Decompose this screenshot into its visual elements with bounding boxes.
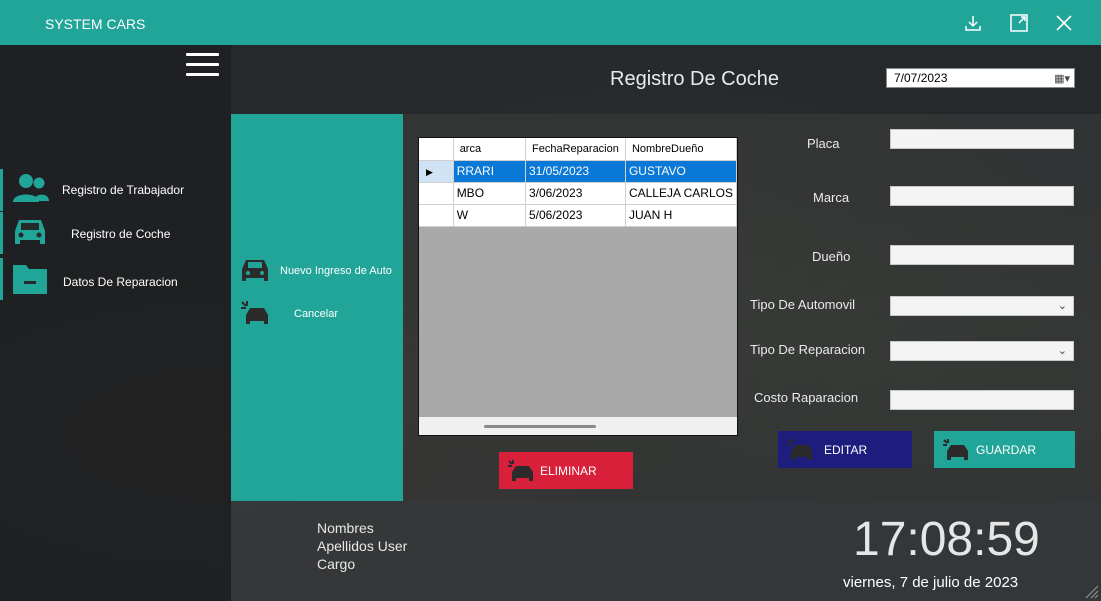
cancel-label: Cancelar <box>294 308 339 320</box>
close-icon[interactable] <box>1053 12 1075 34</box>
chevron-down-icon: ⌄ <box>1057 300 1067 312</box>
dueno-field[interactable] <box>890 245 1074 265</box>
clock-date: viernes, 7 de julio de 2023 <box>843 574 1019 591</box>
tipo-automovil-select[interactable]: ⌄ <box>890 296 1074 316</box>
menu-hamburger-icon[interactable] <box>186 53 219 77</box>
title-bar: SYSTEM CARS <box>0 0 1101 45</box>
column-header[interactable]: NombreDueño <box>625 138 737 161</box>
table-row[interactable]: W 5/06/2023 JUAN H <box>419 204 737 227</box>
table-cell[interactable]: GUSTAVO <box>625 160 737 183</box>
grid-corner <box>419 138 454 161</box>
row-header[interactable] <box>419 204 454 227</box>
clock-time: 17:08:59 <box>853 513 1040 566</box>
chevron-down-icon: ⌄ <box>1057 345 1067 357</box>
sidebar-item-reparacion[interactable]: Datos De Reparacion <box>0 258 231 300</box>
data-grid[interactable]: arca FechaReparacion NombreDueño ▶ RRARI… <box>418 137 738 436</box>
car-crash-icon <box>508 460 533 481</box>
marca-field[interactable] <box>890 186 1074 206</box>
eliminar-label: ELIMINAR <box>540 464 597 478</box>
table-cell[interactable]: CALLEJA CARLOS <box>625 182 737 205</box>
users-icon <box>13 174 49 202</box>
car-crash-icon <box>787 439 812 460</box>
editar-button[interactable]: EDITAR <box>778 431 912 468</box>
app-title: SYSTEM CARS <box>45 16 146 32</box>
date-value: 7/07/2023 <box>894 71 948 85</box>
calendar-icon[interactable]: ▦▾ <box>1054 72 1070 85</box>
tipo-reparacion-select[interactable]: ⌄ <box>890 341 1074 361</box>
sidebar-item-label: Datos De Reparacion <box>63 275 178 289</box>
guardar-label: GUARDAR <box>976 443 1037 457</box>
user-role: Cargo <box>317 556 356 572</box>
new-entry-label: Nuevo Ingreso de Auto <box>280 265 392 277</box>
table-row[interactable]: MBO 3/06/2023 CALLEJA CARLOS <box>419 182 737 205</box>
eliminar-button[interactable]: ELIMINAR <box>499 452 633 489</box>
maximize-icon[interactable] <box>1008 12 1030 34</box>
horizontal-scrollbar[interactable] <box>419 417 737 435</box>
table-cell[interactable]: 5/06/2023 <box>525 204 626 227</box>
sidebar-item-label: Registro de Coche <box>71 227 171 241</box>
page-title: Registro De Coche <box>610 68 779 90</box>
cancel-button[interactable]: Cancelar <box>240 300 400 328</box>
placa-field[interactable] <box>890 129 1074 149</box>
folder-icon <box>13 265 47 294</box>
car-icon <box>15 220 45 244</box>
download-icon[interactable] <box>962 12 984 34</box>
column-header[interactable]: FechaReparacion <box>525 138 626 161</box>
user-names: Nombres <box>317 520 374 536</box>
marca-label: Marca <box>813 190 850 205</box>
table-cell[interactable]: 31/05/2023 <box>525 160 626 183</box>
dueno-label: Dueño <box>812 249 851 264</box>
row-header[interactable] <box>419 182 454 205</box>
sidebar-item-trabajador[interactable]: Registro de Trabajador <box>0 169 231 211</box>
costo-label: Costo Raparacion <box>754 390 859 405</box>
table-row[interactable]: ▶ RRARI 31/05/2023 GUSTAVO <box>419 160 737 183</box>
tipo-reparacion-label: Tipo De Reparacion <box>750 342 866 357</box>
table-cell[interactable]: MBO <box>453 182 526 205</box>
car-crash-icon <box>943 439 968 460</box>
sidebar-item-coche[interactable]: Registro de Coche <box>0 212 231 254</box>
table-cell[interactable]: JUAN H <box>625 204 737 227</box>
sidebar <box>0 45 231 601</box>
user-surnames: Apellidos User <box>317 538 408 554</box>
row-header[interactable]: ▶ <box>419 160 454 183</box>
table-cell[interactable]: 3/06/2023 <box>525 182 626 205</box>
resize-grip-icon[interactable] <box>1085 585 1099 599</box>
table-cell[interactable]: RRARI <box>453 160 526 183</box>
costo-field[interactable] <box>890 390 1074 410</box>
car-crash-icon <box>241 301 268 324</box>
sidebar-item-label: Registro de Trabajador <box>62 183 185 197</box>
column-header[interactable]: arca <box>453 138 526 161</box>
guardar-button[interactable]: GUARDAR <box>934 431 1075 468</box>
editar-label: EDITAR <box>824 443 868 457</box>
tipo-automovil-label: Tipo De Automovil <box>750 297 856 312</box>
scrollbar-thumb[interactable] <box>484 425 596 428</box>
car-icon <box>242 260 268 281</box>
date-picker[interactable]: 7/07/2023 ▦▾ <box>886 68 1075 88</box>
new-entry-button[interactable]: Nuevo Ingreso de Auto <box>240 256 400 286</box>
table-cell[interactable]: W <box>453 204 526 227</box>
placa-label: Placa <box>807 136 840 151</box>
